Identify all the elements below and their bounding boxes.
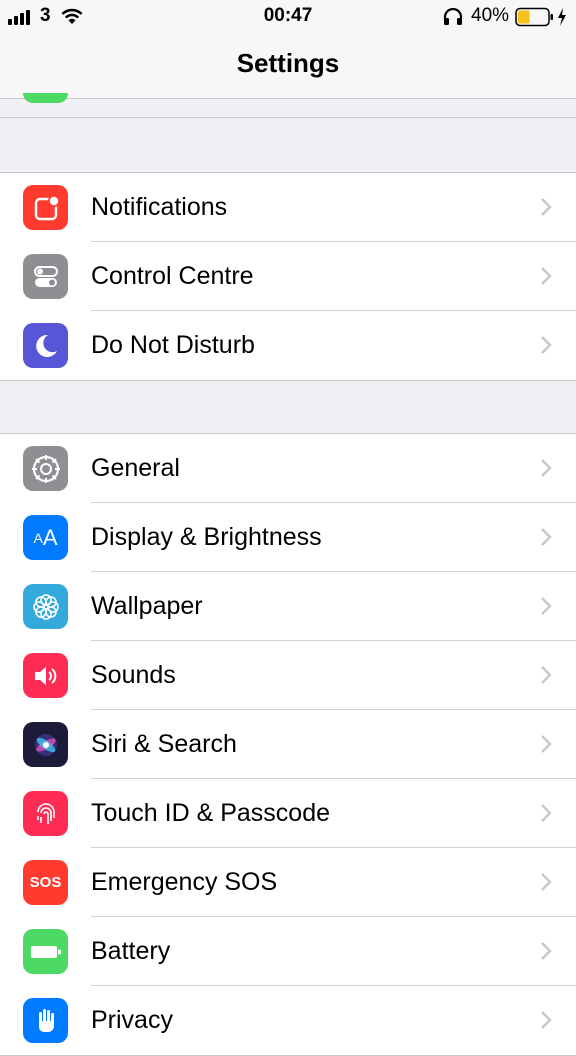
page-title: Settings bbox=[236, 48, 340, 78]
settings-row-siri-search[interactable]: Siri & Search bbox=[0, 710, 576, 779]
group-divider bbox=[0, 117, 576, 118]
chevron-right-icon bbox=[541, 528, 552, 546]
battery-percent: 40% bbox=[471, 5, 510, 26]
settings-row-display-brightness[interactable]: AA Display & Brightness bbox=[0, 503, 576, 572]
battery-indicator-icon bbox=[515, 7, 553, 27]
settings-group-notifications: Notifications Control Centre Do Not Dist… bbox=[0, 172, 576, 381]
settings-row-label: Siri & Search bbox=[91, 730, 237, 758]
settings-row-label: Battery bbox=[91, 937, 171, 965]
chevron-right-icon bbox=[541, 804, 552, 822]
chevron-right-icon bbox=[541, 666, 552, 684]
chevron-right-icon bbox=[541, 597, 552, 615]
headphones-icon bbox=[443, 8, 463, 25]
siri-icon bbox=[23, 722, 68, 767]
sos-icon: SOS bbox=[23, 860, 68, 905]
settings-row-general[interactable]: General bbox=[0, 434, 576, 503]
settings-row-do-not-disturb[interactable]: Do Not Disturb bbox=[0, 311, 576, 380]
moon-icon bbox=[23, 323, 68, 368]
chevron-right-icon bbox=[541, 267, 552, 285]
sos-icon-text: SOS bbox=[29, 874, 62, 891]
gear-icon bbox=[23, 446, 68, 491]
settings-row-label: Display & Brightness bbox=[91, 523, 322, 551]
settings-row-battery[interactable]: Battery bbox=[0, 917, 576, 986]
settings-row-sounds[interactable]: Sounds bbox=[0, 641, 576, 710]
settings-row-label: Wallpaper bbox=[91, 592, 203, 620]
settings-row-wallpaper[interactable]: Wallpaper bbox=[0, 572, 576, 641]
chevron-right-icon bbox=[541, 942, 552, 960]
settings-row-notifications[interactable]: Notifications bbox=[0, 173, 576, 242]
settings-row-privacy[interactable]: Privacy bbox=[0, 986, 576, 1055]
wallpaper-icon bbox=[23, 584, 68, 629]
navigation-bar: Settings bbox=[0, 34, 576, 99]
chevron-right-icon bbox=[541, 1011, 552, 1029]
settings-row-label: Privacy bbox=[91, 1006, 173, 1034]
chevron-right-icon bbox=[541, 873, 552, 891]
settings-row-label: General bbox=[91, 454, 180, 482]
settings-group-general: General AA Display & Brightness Wallpape… bbox=[0, 433, 576, 1056]
speaker-icon bbox=[23, 653, 68, 698]
settings-row-label: Notifications bbox=[91, 193, 228, 221]
status-bar: 3 00:47 40% bbox=[0, 0, 576, 34]
settings-list[interactable]: Notifications Control Centre Do Not Dist… bbox=[0, 93, 576, 1056]
settings-row-label: Control Centre bbox=[91, 262, 254, 290]
settings-row-label: Emergency SOS bbox=[91, 868, 278, 896]
chevron-right-icon bbox=[541, 459, 552, 477]
chevron-right-icon bbox=[541, 198, 552, 216]
control-centre-icon bbox=[23, 254, 68, 299]
hand-icon bbox=[23, 998, 68, 1043]
settings-row-emergency-sos[interactable]: SOS Emergency SOS bbox=[0, 848, 576, 917]
notifications-icon bbox=[23, 185, 68, 230]
settings-row-control-centre[interactable]: Control Centre bbox=[0, 242, 576, 311]
settings-row-touch-id[interactable]: Touch ID & Passcode bbox=[0, 779, 576, 848]
settings-row-label: Do Not Disturb bbox=[91, 331, 255, 359]
chevron-right-icon bbox=[541, 735, 552, 753]
battery-icon bbox=[23, 929, 68, 974]
settings-row-label: Sounds bbox=[91, 661, 176, 689]
chevron-right-icon bbox=[541, 336, 552, 354]
display-icon: AA bbox=[23, 515, 68, 560]
fingerprint-icon bbox=[23, 791, 68, 836]
partial-row-icon bbox=[23, 93, 68, 103]
settings-row-label: Touch ID & Passcode bbox=[91, 799, 331, 827]
charging-bolt-icon bbox=[558, 8, 566, 26]
